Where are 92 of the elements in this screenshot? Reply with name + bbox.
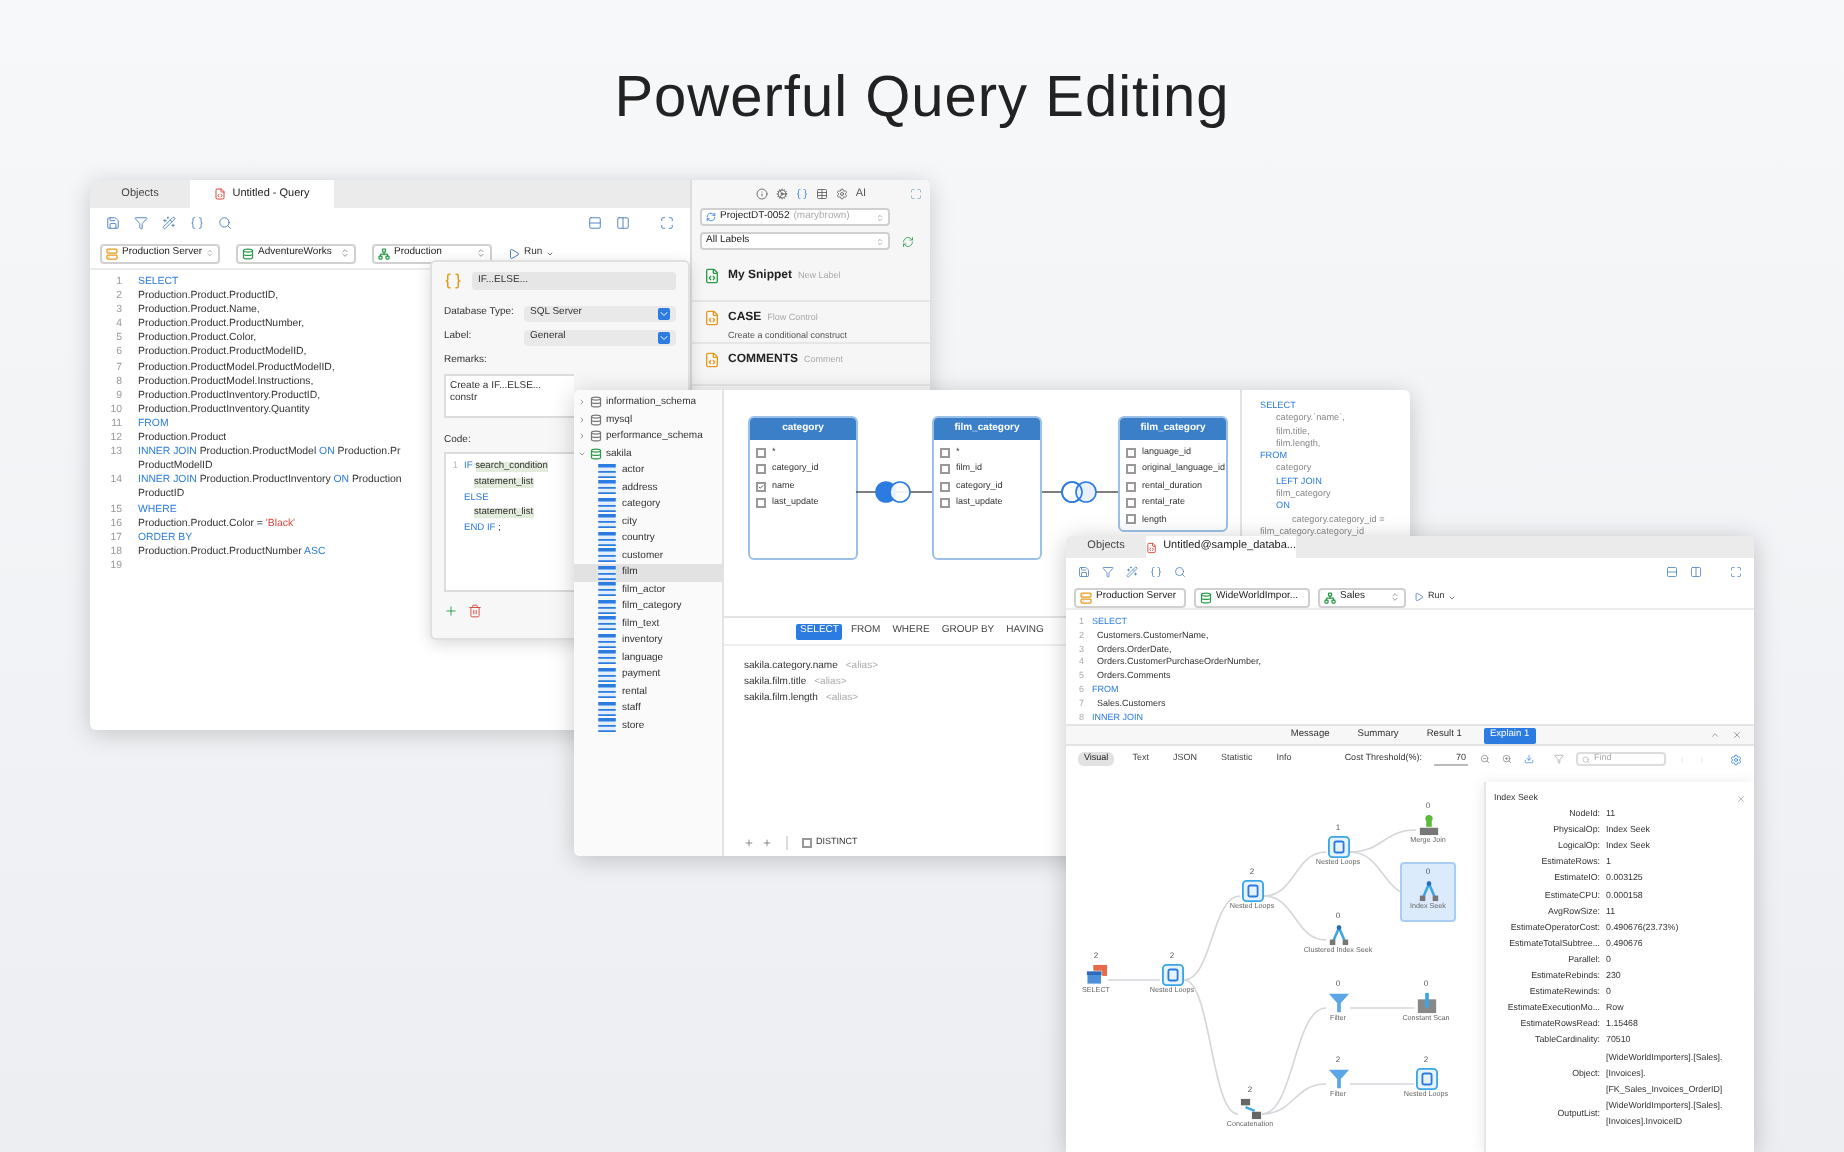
check-icon <box>758 481 764 492</box>
column-checkbox[interactable] <box>940 481 950 492</box>
snippet-icon <box>704 310 720 326</box>
beautify-icon[interactable] <box>162 216 176 230</box>
join-icon[interactable] <box>1042 480 1118 504</box>
concatenation-icon <box>1239 1098 1261 1120</box>
filter-icon <box>1327 992 1349 1014</box>
query-file-icon <box>214 188 227 200</box>
loop-icon <box>1241 880 1263 902</box>
database-icon <box>1200 591 1212 603</box>
column-checkbox[interactable] <box>756 447 766 458</box>
split-icon[interactable] <box>1690 566 1702 578</box>
filter-icon <box>1327 1068 1349 1090</box>
search-icon[interactable] <box>1174 566 1186 578</box>
layout-icon[interactable] <box>1666 566 1678 578</box>
column-checkbox[interactable] <box>940 447 950 458</box>
column-checkbox[interactable] <box>940 464 950 475</box>
column-checkbox[interactable] <box>940 497 950 508</box>
connector-line <box>1349 1007 1415 1009</box>
play-icon <box>508 247 520 259</box>
search-icon[interactable] <box>218 216 232 230</box>
headline: Powerful Query Editing <box>612 64 1232 134</box>
database-icon <box>590 413 602 426</box>
database-icon <box>590 396 602 409</box>
loop-icon <box>1327 836 1349 858</box>
refresh-icon[interactable] <box>902 235 914 247</box>
maximize-icon[interactable] <box>660 216 674 230</box>
dropdown-icon <box>658 332 670 344</box>
split-icon[interactable] <box>616 216 630 230</box>
server-icon <box>1080 591 1092 603</box>
settings-icon[interactable] <box>835 188 848 200</box>
save-icon[interactable] <box>106 216 120 230</box>
table-icon[interactable] <box>815 188 828 200</box>
server-icon <box>106 247 118 259</box>
connector-line <box>1107 979 1161 981</box>
column-checkbox[interactable] <box>756 497 766 508</box>
zoom-out-icon[interactable] <box>1480 754 1490 764</box>
filter-icon[interactable] <box>1102 566 1114 578</box>
snippet-icon <box>444 272 462 290</box>
constant-scan-icon <box>1415 992 1437 1014</box>
layout-icon[interactable] <box>588 216 602 230</box>
collapse-icon[interactable] <box>1710 730 1720 740</box>
add-icon[interactable] <box>744 837 754 847</box>
settings-icon[interactable] <box>1730 753 1742 765</box>
dropdown-icon <box>658 308 670 320</box>
delete-icon[interactable] <box>468 604 482 618</box>
sync-icon <box>706 212 716 222</box>
select-icon <box>1085 964 1107 986</box>
schema-icon <box>1324 591 1336 603</box>
database-icon <box>242 247 254 259</box>
user-snippet-icon <box>704 268 720 284</box>
stepper-icon <box>476 248 486 258</box>
index-seek-icon <box>1417 880 1439 902</box>
loop-icon <box>1415 1068 1437 1090</box>
connector-line <box>1349 1083 1415 1085</box>
column-checkbox[interactable] <box>756 481 766 492</box>
info-icon[interactable] <box>755 188 768 200</box>
merge-join-icon <box>1417 814 1439 836</box>
database-icon <box>590 447 602 460</box>
filter-icon[interactable] <box>134 216 148 230</box>
braces-icon[interactable] <box>190 216 204 230</box>
query-file-icon <box>1146 541 1158 553</box>
stepper-icon <box>340 248 350 258</box>
stepper-icon <box>876 237 884 245</box>
add-icon[interactable] <box>762 837 772 847</box>
column-checkbox[interactable] <box>1126 514 1136 525</box>
braces-icon[interactable] <box>1150 566 1162 578</box>
save-icon[interactable] <box>1078 566 1090 578</box>
settings-icon[interactable] <box>775 188 788 200</box>
beautify-icon[interactable] <box>1126 566 1138 578</box>
stepper-icon <box>206 248 214 258</box>
column-checkbox[interactable] <box>1126 481 1136 492</box>
schema-icon <box>378 247 390 259</box>
loop-icon <box>1161 964 1183 986</box>
index-seek-icon <box>1327 924 1349 946</box>
database-icon <box>590 430 602 443</box>
add-icon[interactable] <box>444 604 458 618</box>
braces-icon[interactable] <box>795 188 808 200</box>
play-icon <box>1414 592 1424 602</box>
column-checkbox[interactable] <box>1126 464 1136 475</box>
stepper-icon <box>876 213 884 221</box>
column-checkbox[interactable] <box>1126 497 1136 508</box>
distinct-checkbox[interactable] <box>802 837 812 847</box>
column-checkbox[interactable] <box>756 464 766 475</box>
join-icon[interactable] <box>856 480 932 504</box>
download-icon[interactable] <box>1524 754 1534 764</box>
zoom-in-icon[interactable] <box>1502 754 1512 764</box>
snippet-icon <box>704 352 720 368</box>
search-icon <box>1582 755 1590 763</box>
stepper-icon <box>1390 592 1400 602</box>
column-checkbox[interactable] <box>1126 447 1136 458</box>
filter-icon[interactable] <box>1554 754 1564 764</box>
